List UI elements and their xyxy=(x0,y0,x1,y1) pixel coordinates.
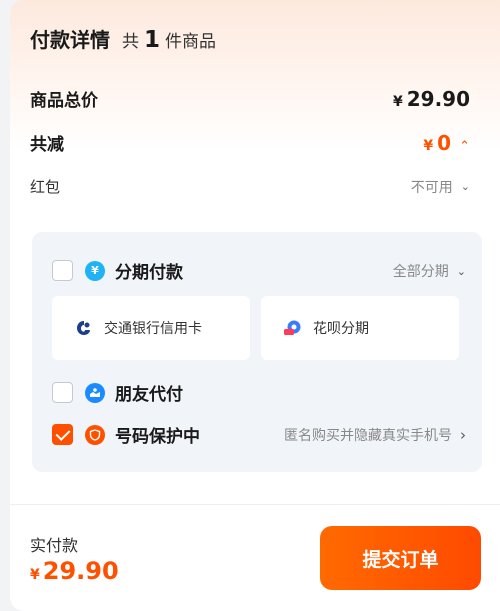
pay-currency: ¥ xyxy=(30,567,40,583)
installment-plan-label: 全部分期 xyxy=(392,264,449,280)
installment-plan-selector[interactable]: 全部分期 ⌄ xyxy=(393,261,466,281)
bocom-logo-icon xyxy=(74,318,94,338)
bocom-label: 交通银行信用卡 xyxy=(104,321,202,337)
pay-label: 实付款 xyxy=(30,536,79,555)
discount-row[interactable]: 共减 ¥ 0 ⌃ xyxy=(30,130,470,156)
chevron-right-icon: › xyxy=(460,426,466,444)
item-count: 1 xyxy=(144,27,161,53)
sheet-header: 付款详情 共 1 件商品 xyxy=(30,24,216,53)
total-currency: ¥ xyxy=(392,93,403,110)
huabei-icon xyxy=(283,318,303,338)
pay-value: 29.90 xyxy=(42,557,119,585)
chevron-down-icon[interactable]: ⌄ xyxy=(461,180,470,193)
friend-pay-title: 朋友代付 xyxy=(115,385,183,405)
chevron-down-icon: ⌄ xyxy=(456,264,466,278)
shield-phone-icon xyxy=(85,424,105,445)
redpacket-label: 红包 xyxy=(30,178,61,196)
installment-title: 分期付款 xyxy=(115,263,183,283)
footer-divider xyxy=(10,504,500,505)
payment-sheet: 付款详情 共 1 件商品 商品总价 ¥ 29.90 共减 ¥ 0 ⌃ 红包 不可… xyxy=(10,0,500,611)
huabei-label: 花呗分期 xyxy=(313,321,369,337)
redpacket-status: 不可用 xyxy=(410,179,453,196)
number-protect-title: 号码保护中 xyxy=(115,427,200,447)
pay-amount: ¥ 29.90 xyxy=(30,557,119,585)
friend-pay-checkbox[interactable] xyxy=(52,382,73,403)
payment-options-panel: ¥ 分期付款 全部分期 ⌄ 交通银行信用卡 花呗分期 朋友代付 号码保护中 匿名… xyxy=(32,232,482,472)
submit-order-button[interactable]: 提交订单 xyxy=(320,526,481,590)
chevron-up-icon[interactable]: ⌃ xyxy=(459,139,470,154)
installment-checkbox[interactable] xyxy=(52,260,73,281)
installment-icon: ¥ xyxy=(85,260,105,281)
number-protect-option[interactable]: 号码保护中 xyxy=(52,422,200,447)
discount-amount: 0 xyxy=(437,130,452,155)
redpacket-value[interactable]: 不可用 ⌄ xyxy=(411,177,470,197)
total-value: ¥ 29.90 xyxy=(393,87,470,111)
installment-card-huabei[interactable]: 花呗分期 xyxy=(261,296,459,360)
item-count-prefix: 共 xyxy=(122,32,139,52)
friend-pay-option[interactable]: 朋友代付 xyxy=(52,380,183,405)
number-protect-detail[interactable]: 匿名购买并隐藏真实手机号 › xyxy=(284,425,466,445)
number-protect-desc: 匿名购买并隐藏真实手机号 xyxy=(284,428,452,444)
number-protect-checkbox[interactable] xyxy=(52,424,73,445)
discount-value[interactable]: ¥ 0 ⌃ xyxy=(423,131,470,155)
total-label: 商品总价 xyxy=(30,91,98,111)
installment-card-bocom[interactable]: 交通银行信用卡 xyxy=(52,296,250,360)
total-row: 商品总价 ¥ 29.90 xyxy=(30,86,470,112)
total-amount: 29.90 xyxy=(406,86,470,111)
friend-pay-icon xyxy=(85,382,105,403)
redpacket-row[interactable]: 红包 不可用 ⌄ xyxy=(30,176,470,197)
item-count-suffix: 件商品 xyxy=(165,32,217,52)
discount-currency: ¥ xyxy=(423,137,434,154)
page-title: 付款详情 xyxy=(30,28,110,52)
discount-label: 共减 xyxy=(30,135,64,155)
